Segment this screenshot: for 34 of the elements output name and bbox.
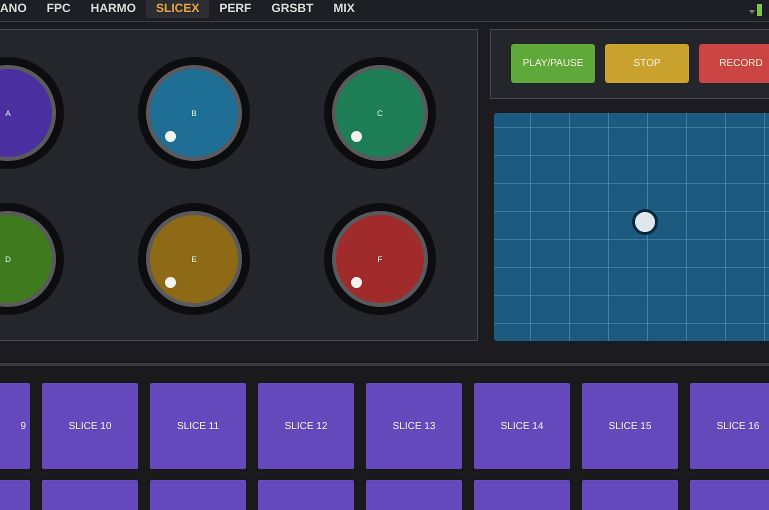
tab[interactable]: FPC: [36, 0, 81, 18]
knob-indicator: [165, 276, 176, 288]
knob-label: D: [5, 254, 11, 264]
knob[interactable]: A: [0, 57, 64, 169]
slice-pad[interactable]: SLICE 13: [366, 383, 462, 469]
slice-pad[interactable]: 9: [0, 383, 30, 469]
tab[interactable]: GRSBT: [261, 0, 324, 18]
knob-label: C: [377, 108, 383, 118]
tab[interactable]: SLICEX: [146, 0, 210, 18]
knob-label: F: [378, 254, 382, 264]
tab[interactable]: ANO: [0, 0, 37, 18]
xy-handle[interactable]: [632, 209, 658, 235]
knob[interactable]: C: [324, 57, 436, 169]
tab[interactable]: HARMO: [80, 0, 146, 18]
knob-label: A: [5, 108, 11, 118]
slice-pad[interactable]: SLICE 11: [150, 383, 246, 469]
tab[interactable]: PERF: [209, 0, 262, 18]
knob[interactable]: F: [324, 203, 436, 315]
knob-indicator: [165, 130, 176, 142]
knob-indicator: [351, 276, 362, 288]
slice-pad[interactable]: SLICE 12: [258, 383, 354, 469]
battery-icon: [749, 2, 763, 16]
slice-pad[interactable]: SLICE 14: [474, 383, 570, 469]
slice-pad[interactable]: SLICE 15: [582, 383, 678, 469]
slice-pad[interactable]: SLICE 10: [42, 383, 138, 469]
knob-label: E: [191, 254, 197, 264]
slice-pad[interactable]: SLICE 16: [690, 383, 769, 469]
knob[interactable]: E: [138, 203, 250, 315]
knob[interactable]: B: [138, 57, 250, 169]
knob-label: B: [191, 108, 197, 118]
transport-button[interactable]: RECORD: [699, 44, 769, 83]
knob[interactable]: D: [0, 203, 64, 315]
tab[interactable]: MIX: [323, 0, 365, 18]
knob-indicator: [351, 130, 362, 142]
